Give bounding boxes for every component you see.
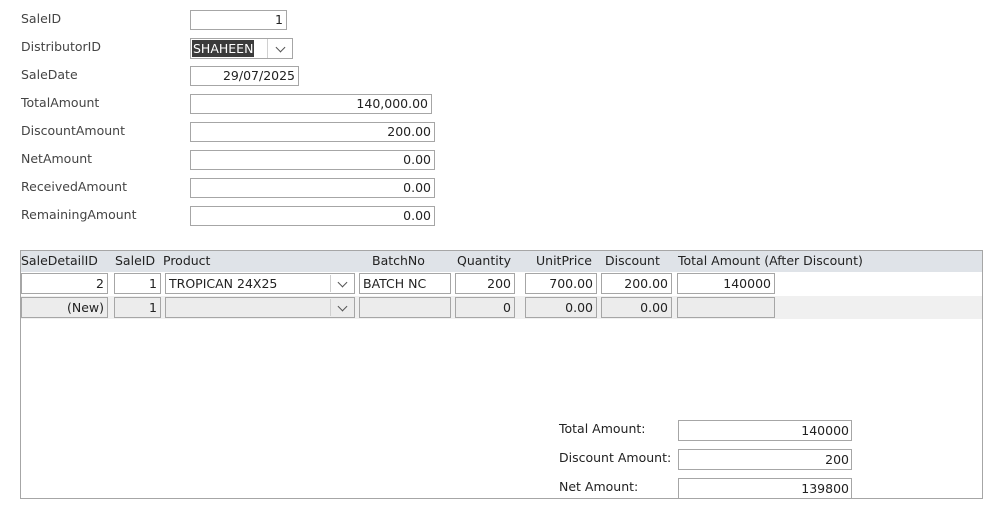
- product-dropdown-button[interactable]: [330, 299, 353, 316]
- discount-amount-field[interactable]: 200.00: [190, 122, 435, 142]
- footer-total-amount-field[interactable]: 140000: [678, 420, 852, 441]
- distributor-id-value: SHAHEEN: [192, 40, 255, 57]
- sale-id-label: SaleID: [21, 11, 62, 26]
- discount-cell[interactable]: 200.00: [601, 273, 672, 294]
- product-dropdown-button[interactable]: [330, 275, 353, 292]
- remaining-amount-field[interactable]: 0.00: [190, 206, 435, 226]
- footer-total-amount-label: Total Amount:: [559, 421, 646, 436]
- batch-no-cell[interactable]: [359, 297, 451, 318]
- total-after-discount-cell[interactable]: 140000: [677, 273, 775, 294]
- col-header-quantity: Quantity: [457, 253, 512, 268]
- sale-id-field[interactable]: 1: [190, 10, 287, 30]
- footer-discount-amount-label: Discount Amount:: [559, 450, 672, 465]
- net-amount-label: NetAmount: [21, 151, 93, 166]
- product-value: TROPICAN 24X25: [169, 276, 278, 291]
- col-header-total-after-discount: Total Amount (After Discount): [678, 253, 863, 268]
- discount-amount-label: DiscountAmount: [21, 123, 125, 138]
- total-amount-label: TotalAmount: [21, 95, 100, 110]
- net-amount-field[interactable]: 0.00: [190, 150, 435, 170]
- quantity-cell[interactable]: 0: [455, 297, 515, 318]
- sale-date-field[interactable]: 29/07/2025: [190, 66, 299, 86]
- chevron-down-icon: [337, 301, 347, 311]
- chevron-down-icon: [275, 42, 285, 52]
- col-header-product: Product: [163, 253, 211, 268]
- discount-cell[interactable]: 0.00: [601, 297, 672, 318]
- total-amount-field[interactable]: 140,000.00: [190, 94, 432, 114]
- col-header-sale-detail-id: SaleDetailID: [21, 253, 98, 268]
- sale-date-label: SaleDate: [21, 67, 78, 82]
- distributor-id-combo[interactable]: SHAHEEN: [190, 38, 293, 59]
- received-amount-field[interactable]: 0.00: [190, 178, 435, 198]
- product-combo[interactable]: [165, 297, 355, 318]
- subform-header: SaleDetailID SaleID Product BatchNo Quan…: [21, 251, 982, 272]
- footer-discount-amount-field[interactable]: 200: [678, 449, 852, 470]
- sale-details-subform: SaleDetailID SaleID Product BatchNo Quan…: [20, 250, 983, 499]
- product-combo[interactable]: TROPICAN 24X25: [165, 273, 355, 294]
- col-header-unit-price: UnitPrice: [536, 253, 592, 268]
- col-header-batch-no: BatchNo: [372, 253, 425, 268]
- sale-detail-id-cell[interactable]: 2: [21, 273, 108, 294]
- received-amount-label: ReceivedAmount: [21, 179, 127, 194]
- chevron-down-icon: [337, 277, 347, 287]
- quantity-cell[interactable]: 200: [455, 273, 515, 294]
- sale-detail-id-cell[interactable]: (New): [21, 297, 108, 318]
- footer-net-amount-label: Net Amount:: [559, 479, 639, 494]
- unit-price-cell[interactable]: 0.00: [525, 297, 597, 318]
- unit-price-cell[interactable]: 700.00: [525, 273, 597, 294]
- total-after-discount-cell[interactable]: [677, 297, 775, 318]
- batch-no-cell[interactable]: BATCH NC: [359, 273, 451, 294]
- distributor-dropdown-button[interactable]: [267, 39, 292, 58]
- distributor-id-label: DistributorID: [21, 39, 101, 54]
- sale-id-cell[interactable]: 1: [114, 297, 161, 318]
- col-header-sale-id: SaleID: [115, 253, 156, 268]
- sale-id-cell[interactable]: 1: [114, 273, 161, 294]
- remaining-amount-label: RemainingAmount: [21, 207, 137, 222]
- col-header-discount: Discount: [605, 253, 660, 268]
- footer-net-amount-field[interactable]: 139800: [678, 478, 852, 499]
